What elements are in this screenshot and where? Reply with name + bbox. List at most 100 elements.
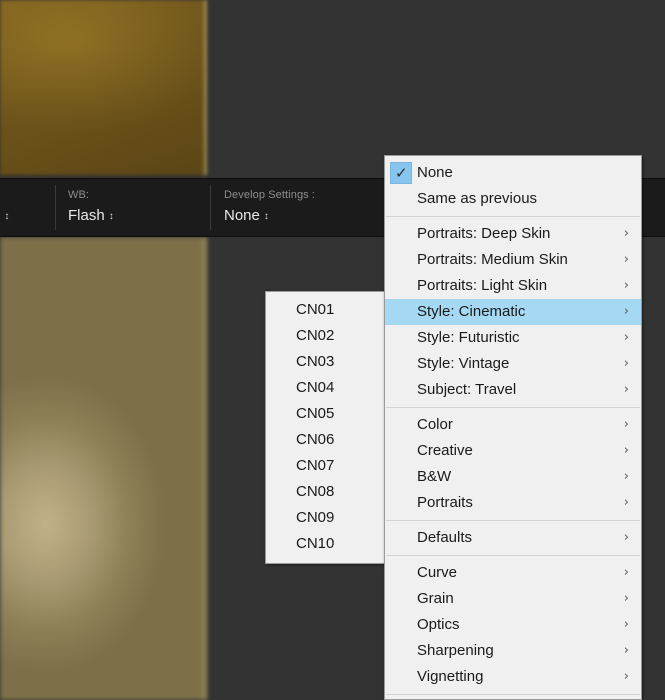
develop-preset-menu-label: None bbox=[417, 164, 453, 181]
submenu-chevron-icon: › bbox=[623, 469, 629, 484]
submenu-chevron-icon: › bbox=[623, 356, 629, 371]
develop-preset-menu-item[interactable]: Portraits: Deep Skin › bbox=[385, 221, 641, 247]
develop-preset-menu-label: Portraits: Light Skin bbox=[417, 277, 548, 294]
develop-preset-menu-item[interactable]: Subject: Travel › bbox=[385, 377, 641, 403]
white-balance-value-text: Flash bbox=[68, 207, 105, 224]
menu-separator bbox=[386, 694, 640, 695]
develop-preset-menu-label: Portraits: Medium Skin bbox=[417, 251, 568, 268]
submenu-chevron-icon: › bbox=[623, 530, 629, 545]
develop-settings-value-text: None bbox=[224, 207, 260, 224]
submenu-chevron-icon: › bbox=[623, 591, 629, 606]
submenu-chevron-icon: › bbox=[623, 617, 629, 632]
develop-preset-menu-item[interactable]: Style: Futuristic › bbox=[385, 325, 641, 351]
develop-settings-field[interactable]: Develop Settings : None ↕ bbox=[224, 179, 404, 236]
cine-submenu-item[interactable]: CN03 bbox=[266, 349, 384, 375]
cine-submenu-label: CN10 bbox=[296, 535, 335, 552]
develop-preset-menu-label: B&W bbox=[417, 468, 452, 485]
develop-preset-menu-item[interactable]: Portraits › bbox=[385, 490, 641, 516]
cine-submenu-item[interactable]: CN06 bbox=[266, 427, 384, 453]
develop-preset-menu-item[interactable]: Grain › bbox=[385, 586, 641, 612]
develop-preset-menu-label: Style: Futuristic bbox=[417, 329, 520, 346]
submenu-chevron-icon: › bbox=[623, 252, 629, 267]
cropped-left-field[interactable]: 0 ↕ bbox=[0, 179, 60, 236]
develop-settings-label: Develop Settings : bbox=[224, 189, 316, 201]
submenu-chevron-icon: › bbox=[623, 495, 629, 510]
cine-submenu-item[interactable]: CN02 bbox=[266, 323, 384, 349]
submenu-chevron-icon: › bbox=[623, 330, 629, 345]
toolbar-divider-1 bbox=[55, 185, 56, 230]
toolbar-divider-2 bbox=[210, 185, 211, 230]
develop-preset-menu-item[interactable]: Portraits: Light Skin › bbox=[385, 273, 641, 299]
develop-preset-menu-item[interactable]: Same as previous bbox=[385, 186, 641, 212]
develop-preset-menu-label: Optics bbox=[417, 616, 460, 633]
develop-preset-menu-label: Vignetting bbox=[417, 668, 484, 685]
develop-preset-menu-item[interactable]: Curve › bbox=[385, 560, 641, 586]
cine-submenu-item[interactable]: CN10 bbox=[266, 531, 384, 557]
stepper-icon[interactable]: ↕ bbox=[4, 212, 9, 222]
cropped-left-value[interactable]: 0 ↕ bbox=[0, 207, 9, 224]
develop-preset-menu-label: Portraits: Deep Skin bbox=[417, 225, 551, 242]
menu-separator bbox=[386, 555, 640, 556]
submenu-chevron-icon: › bbox=[623, 278, 629, 293]
develop-preset-menu-item[interactable]: Sharpening › bbox=[385, 638, 641, 664]
submenu-chevron-icon: › bbox=[623, 417, 629, 432]
stepper-icon[interactable]: ↕ bbox=[264, 212, 269, 222]
develop-preset-menu-label: Curve bbox=[417, 564, 458, 581]
cine-submenu-item[interactable]: CN04 bbox=[266, 375, 384, 401]
cine-submenu-item[interactable]: CN07 bbox=[266, 453, 384, 479]
cine-cinematic-looks-submenu[interactable]: CN01 CN02 CN03 CN04 CN05 CN06 CN07 CN08 CN09 CN10 bbox=[265, 291, 385, 564]
develop-preset-menu-label: Same as previous bbox=[417, 190, 538, 207]
menu-separator bbox=[386, 407, 640, 408]
cine-submenu-label: CN06 bbox=[296, 431, 335, 448]
develop-preset-menu-item[interactable]: Creative › bbox=[385, 438, 641, 464]
submenu-chevron-icon: › bbox=[623, 669, 629, 684]
develop-preset-menu-item[interactable]: B&W › bbox=[385, 464, 641, 490]
cine-submenu-label: CN03 bbox=[296, 353, 335, 370]
develop-preset-menu-item[interactable]: Style: Cinematic › bbox=[385, 299, 641, 325]
submenu-chevron-icon: › bbox=[623, 443, 629, 458]
develop-preset-menu-label: Color bbox=[417, 416, 453, 433]
submenu-chevron-icon: › bbox=[623, 643, 629, 658]
photo-thumbnail-bottom[interactable] bbox=[0, 237, 207, 700]
develop-preset-menu-label: Defaults bbox=[417, 529, 473, 546]
develop-preset-menu-label: Sharpening bbox=[417, 642, 494, 659]
develop-settings-menu[interactable]: ✓ None Same as previous Portraits: Deep Ski… bbox=[384, 155, 642, 700]
develop-preset-menu-label: Creative bbox=[417, 442, 473, 459]
develop-preset-menu-label: Subject: Travel bbox=[417, 381, 517, 398]
cine-submenu-label: CN07 bbox=[296, 457, 335, 474]
develop-preset-menu-item[interactable]: Vignetting › bbox=[385, 664, 641, 690]
develop-preset-menu-label: Style: Cinematic bbox=[417, 303, 526, 320]
photo-thumbnail-top[interactable] bbox=[0, 0, 207, 175]
develop-preset-menu-item[interactable]: ✓ None bbox=[385, 160, 641, 186]
cine-submenu-label: CN05 bbox=[296, 405, 335, 422]
submenu-chevron-icon: › bbox=[623, 382, 629, 397]
cine-submenu-item[interactable]: CN08 bbox=[266, 479, 384, 505]
submenu-chevron-icon: › bbox=[623, 226, 629, 241]
cine-submenu-label: CN02 bbox=[296, 327, 335, 344]
white-balance-value[interactable]: Flash ↕ bbox=[68, 207, 114, 224]
application-canvas: 0 ↕ WB: Flash ↕ Develop Settings : None … bbox=[0, 0, 665, 700]
cine-submenu-label: CN04 bbox=[296, 379, 335, 396]
checkmark-glyph: ✓ bbox=[395, 164, 408, 182]
develop-preset-menu-item[interactable]: Color › bbox=[385, 412, 641, 438]
submenu-chevron-icon: › bbox=[623, 304, 629, 319]
cine-submenu-label: CN01 bbox=[296, 301, 335, 318]
cine-submenu-item[interactable]: CN09 bbox=[266, 505, 384, 531]
white-balance-field[interactable]: WB: Flash ↕ bbox=[68, 179, 208, 236]
stepper-icon[interactable]: ↕ bbox=[109, 212, 114, 222]
checkmark-icon: ✓ bbox=[390, 162, 412, 184]
cine-submenu-item[interactable]: CN05 bbox=[266, 401, 384, 427]
develop-settings-value[interactable]: None ↕ bbox=[224, 207, 269, 224]
develop-preset-menu-item[interactable]: Portraits: Medium Skin › bbox=[385, 247, 641, 273]
develop-preset-menu-label: Style: Vintage bbox=[417, 355, 510, 372]
develop-preset-menu-label: Portraits bbox=[417, 494, 473, 511]
submenu-chevron-icon: › bbox=[623, 565, 629, 580]
cine-submenu-item[interactable]: CN01 bbox=[266, 297, 384, 323]
develop-preset-menu-label: Grain bbox=[417, 590, 454, 607]
develop-preset-menu-item[interactable]: Style: Vintage › bbox=[385, 351, 641, 377]
cine-submenu-label: CN08 bbox=[296, 483, 335, 500]
develop-preset-menu-item[interactable]: Defaults › bbox=[385, 525, 641, 551]
develop-preset-menu-item[interactable]: Optics › bbox=[385, 612, 641, 638]
white-balance-label: WB: bbox=[68, 189, 90, 201]
menu-separator bbox=[386, 216, 640, 217]
